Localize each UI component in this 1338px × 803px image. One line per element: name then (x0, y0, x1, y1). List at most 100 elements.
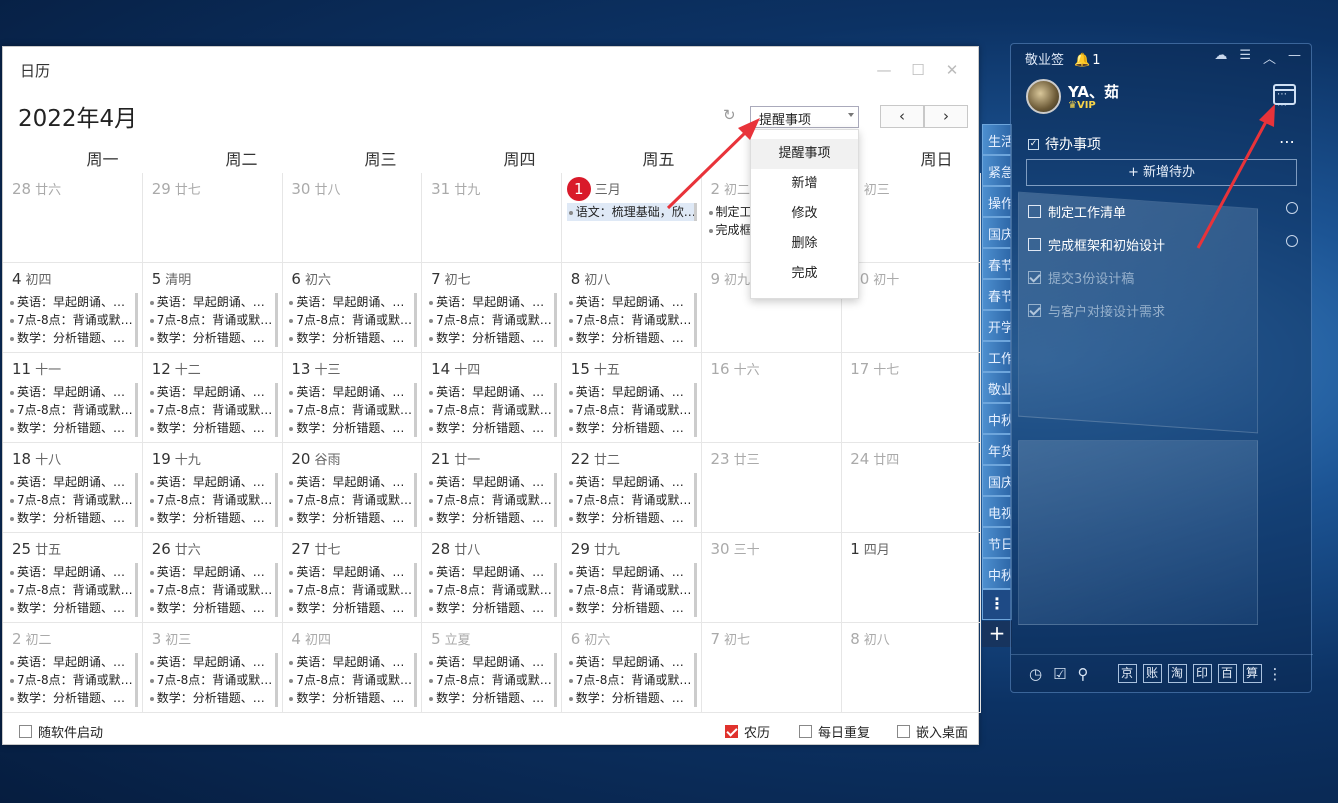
add-category-button[interactable]: + (982, 621, 1012, 647)
category-tab[interactable]: 国庆 (982, 217, 1012, 248)
day-cell[interactable]: 5 立夏 英语：早起朗诵、… 7点-8点：背诵或默… 数学：分析错题、… (422, 623, 563, 713)
day-cell[interactable]: 16 十六 (701, 353, 842, 443)
minimize-icon[interactable]: — (876, 61, 892, 79)
event-item[interactable]: 英语：早起朗诵、… (427, 653, 558, 671)
event-item[interactable]: 英语：早起朗诵、… (287, 383, 418, 401)
minimize-icon[interactable]: — (1288, 48, 1301, 67)
event-item[interactable]: 英语：早起朗诵、… (8, 653, 138, 671)
day-cell[interactable]: 18 十八 英语：早起朗诵、… 7点-8点：背诵或默… 数学：分析错题、… (3, 443, 143, 533)
event-item[interactable]: 英语：早起朗诵、… (8, 563, 138, 581)
event-item[interactable]: 数学：分析错题、… (148, 599, 278, 617)
more-tabs-icon[interactable]: ⋮ (982, 589, 1012, 620)
event-item[interactable]: 英语：早起朗诵、… (148, 383, 278, 401)
event-item[interactable]: 数学：分析错题、… (427, 329, 558, 347)
calendar-icon[interactable] (1273, 84, 1296, 111)
event-item[interactable]: 7点-8点：背诵或默… (8, 671, 138, 689)
day-cell[interactable]: 2 初二 英语：早起朗诵、… 7点-8点：背诵或默… 数学：分析错题、… (3, 623, 143, 713)
event-item[interactable]: 7点-8点：背诵或默… (567, 581, 697, 599)
more-options-icon[interactable]: ⋮ (1268, 665, 1283, 683)
event-item[interactable]: 英语：早起朗诵、… (8, 473, 138, 491)
event-item[interactable]: 英语：早起朗诵、… (567, 383, 697, 401)
event-item[interactable]: 7点-8点：背诵或默… (427, 491, 558, 509)
event-item[interactable]: 英语：早起朗诵、… (148, 653, 278, 671)
event-item[interactable]: 数学：分析错题、… (427, 509, 558, 527)
day-cell[interactable]: 10 初十 (841, 263, 982, 353)
event-item[interactable]: 7点-8点：背诵或默… (287, 311, 418, 329)
event-item[interactable]: 英语：早起朗诵、… (567, 563, 697, 581)
event-item[interactable]: 7点-8点：背诵或默… (567, 671, 697, 689)
day-cell[interactable]: 14 十四 英语：早起朗诵、… 7点-8点：背诵或默… 数学：分析错题、… (422, 353, 563, 443)
day-cell[interactable]: 25 廿五 英语：早起朗诵、… 7点-8点：背诵或默… 数学：分析错题、… (3, 533, 143, 623)
day-cell[interactable]: 8 初八 (841, 623, 982, 713)
menu-item-add[interactable]: 新增 (751, 169, 858, 199)
todo-item[interactable]: 完成框架和初始设计 (1028, 235, 1298, 254)
event-item[interactable]: 7点-8点：背诵或默… (148, 311, 278, 329)
event-item[interactable]: 7点-8点：背诵或默… (567, 491, 697, 509)
event-item[interactable]: 数学：分析错题、… (427, 689, 558, 707)
day-cell[interactable]: 28 廿八 英语：早起朗诵、… 7点-8点：背诵或默… 数学：分析错题、… (422, 533, 563, 623)
event-item[interactable]: 数学：分析错题、… (427, 599, 558, 617)
event-item[interactable]: 数学：分析错题、… (567, 689, 697, 707)
event-item[interactable]: 英语：早起朗诵、… (287, 653, 418, 671)
menu-item-reminders[interactable]: 提醒事项 (751, 139, 858, 169)
search-icon[interactable]: ⚲ (1078, 665, 1089, 683)
menu-item-edit[interactable]: 修改 (751, 199, 858, 229)
shortcut-button[interactable]: 百 (1217, 664, 1237, 683)
day-cell[interactable]: 15 十五 英语：早起朗诵、… 7点-8点：背诵或默… 数学：分析错题、… (561, 353, 702, 443)
day-cell[interactable]: 29 廿七 (142, 173, 283, 263)
event-item[interactable]: 数学：分析错题、… (567, 419, 697, 437)
day-cell[interactable]: 29 廿九 英语：早起朗诵、… 7点-8点：背诵或默… 数学：分析错题、… (561, 533, 702, 623)
event-item[interactable]: 数学：分析错题、… (148, 509, 278, 527)
day-cell[interactable]: 28 廿六 (3, 173, 143, 263)
event-item[interactable]: 7点-8点：背诵或默… (148, 671, 278, 689)
event-item[interactable]: 7点-8点：背诵或默… (148, 581, 278, 599)
shortcut-button[interactable]: 算 (1242, 664, 1262, 683)
event-item[interactable]: 7点-8点：背诵或默… (287, 671, 418, 689)
shortcut-button[interactable]: 京 (1117, 664, 1137, 683)
category-tab[interactable]: 敬业 (982, 372, 1012, 403)
day-cell[interactable]: 3 初三 英语：早起朗诵、… 7点-8点：背诵或默… 数学：分析错题、… (142, 623, 283, 713)
event-item[interactable]: 数学：分析错题、… (148, 419, 278, 437)
day-cell[interactable]: 7 初七 (701, 623, 842, 713)
event-item[interactable]: 7点-8点：背诵或默… (148, 491, 278, 509)
section-header[interactable]: ✓ 待办事项 (1028, 134, 1101, 154)
event-item[interactable]: 英语：早起朗诵、… (427, 563, 558, 581)
shortcut-button[interactable]: 淘 (1167, 664, 1187, 683)
day-cell[interactable]: 3初三 (841, 173, 982, 263)
event-item[interactable]: 7点-8点：背诵或默… (8, 401, 138, 419)
day-cell[interactable]: 4 初四 英语：早起朗诵、… 7点-8点：背诵或默… 数学：分析错题、… (282, 623, 423, 713)
day-cell[interactable]: 19 十九 英语：早起朗诵、… 7点-8点：背诵或默… 数学：分析错题、… (142, 443, 283, 533)
autostart-checkbox[interactable]: 随软件启动 (19, 722, 103, 741)
category-tab[interactable]: 中秋 (982, 403, 1012, 434)
day-cell[interactable]: 7 初七 英语：早起朗诵、… 7点-8点：背诵或默… 数学：分析错题、… (422, 263, 563, 353)
collapse-icon[interactable]: ︿ (1263, 48, 1276, 67)
category-tab[interactable]: 开学 (982, 310, 1012, 341)
event-item[interactable]: 英语：早起朗诵、… (567, 653, 697, 671)
event-item[interactable]: 7点-8点：背诵或默… (8, 311, 138, 329)
bell-icon[interactable]: 🔔 (1074, 53, 1090, 68)
event-item[interactable]: 数学：分析错题、… (567, 509, 697, 527)
event-item[interactable]: 数学：分析错题、… (567, 329, 697, 347)
event-item[interactable]: 英语：早起朗诵、… (287, 473, 418, 491)
event-item[interactable]: 英语：早起朗诵、… (567, 293, 697, 311)
event-item[interactable]: 数学：分析错题、… (287, 419, 418, 437)
event-item[interactable]: 数学：分析错题、… (287, 509, 418, 527)
event-item[interactable]: 英语：早起朗诵、… (427, 383, 558, 401)
checkbox-box[interactable] (19, 725, 32, 738)
day-cell[interactable]: 1 三月 语文：梳理基础，欣… (561, 173, 702, 263)
category-tab[interactable]: 紧急 (982, 155, 1012, 186)
checkbox-box[interactable] (897, 725, 910, 738)
event-item[interactable]: 7点-8点：背诵或默… (148, 401, 278, 419)
day-cell[interactable]: 6 初六 英语：早起朗诵、… 7点-8点：背诵或默… 数学：分析错题、… (282, 263, 423, 353)
todo-item[interactable]: 提交3份设计稿 (1028, 268, 1298, 287)
embed-checkbox[interactable]: 嵌入桌面 (897, 722, 968, 741)
todo-checkbox[interactable] (1028, 238, 1041, 251)
todo-item[interactable]: 与客户对接设计需求 (1028, 301, 1298, 320)
event-item[interactable]: 数学：分析错题、… (8, 329, 138, 347)
clock-icon[interactable]: ◷ (1029, 665, 1042, 683)
event-item[interactable]: 数学：分析错题、… (148, 689, 278, 707)
event-item[interactable]: 7点-8点：背诵或默… (567, 401, 697, 419)
category-tab[interactable]: 节日 (982, 527, 1012, 558)
shortcut-button[interactable]: 账 (1142, 664, 1162, 683)
maximize-icon[interactable]: ☐ (910, 61, 926, 79)
